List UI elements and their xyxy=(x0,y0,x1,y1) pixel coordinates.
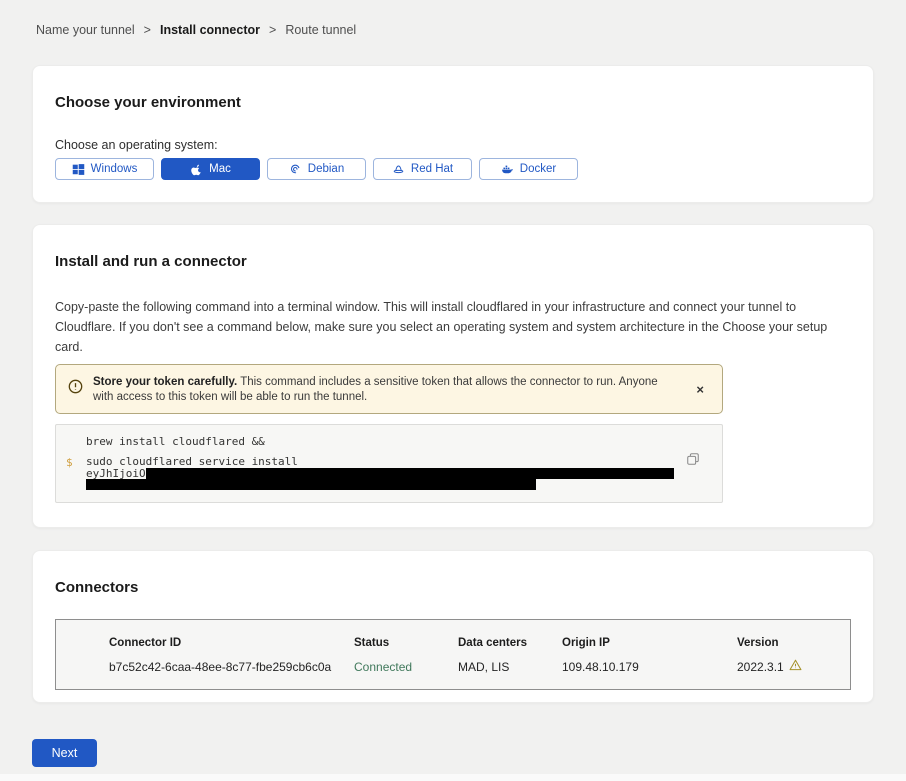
docker-icon xyxy=(501,163,514,176)
main-content: Choose your environment Choose an operat… xyxy=(32,65,874,703)
windows-icon xyxy=(72,163,85,176)
breadcrumb-separator: > xyxy=(144,23,151,37)
data-centers-value: MAD, LIS xyxy=(458,660,562,675)
debian-icon xyxy=(289,163,302,176)
warning-triangle-icon xyxy=(789,659,802,675)
origin-ip-value: 109.48.10.179 xyxy=(562,660,737,675)
install-description: Copy-paste the following command into a … xyxy=(55,297,851,357)
version-cell: 2022.3.1 xyxy=(737,659,850,675)
token-redaction-bar xyxy=(86,479,536,490)
os-button-windows[interactable]: Windows xyxy=(55,158,154,180)
connectors-card: Connectors Connector ID Status Data cent… xyxy=(32,550,874,703)
os-button-label: Debian xyxy=(308,163,344,175)
install-card-title: Install and run a connector xyxy=(55,253,851,271)
connectors-card-title: Connectors xyxy=(55,579,851,597)
column-header-connector-id: Connector ID xyxy=(109,636,354,650)
code-line-brew: brew install cloudflared && xyxy=(64,435,708,449)
os-button-label: Windows xyxy=(91,163,138,175)
connectors-table-header: Connector ID Status Data centers Origin … xyxy=(56,636,850,650)
breadcrumb-separator: > xyxy=(269,23,276,37)
column-header-origin-ip: Origin IP xyxy=(562,636,737,650)
token-warning-text: Store your token carefully. This command… xyxy=(93,373,680,405)
breadcrumb: Name your tunnel > Install connector > R… xyxy=(0,0,906,37)
connector-id-value: b7c52c42-6caa-48ee-8c77-fbe259cb6c0a xyxy=(109,660,354,675)
apple-icon xyxy=(190,163,203,176)
code-line-token-2 xyxy=(86,479,708,490)
copy-icon[interactable] xyxy=(686,452,700,466)
os-select-label: Choose an operating system: xyxy=(55,138,851,153)
shell-prompt: $ xyxy=(66,456,73,469)
code-line-token: eyJhIjoiO xyxy=(86,468,708,479)
os-button-mac[interactable]: Mac xyxy=(161,158,260,180)
breadcrumb-name-your-tunnel[interactable]: Name your tunnel xyxy=(36,23,135,37)
os-button-redhat[interactable]: Red Hat xyxy=(373,158,472,180)
environment-card-title: Choose your environment xyxy=(55,94,851,112)
install-command-code-block: brew install cloudflared && $ sudo cloud… xyxy=(55,424,723,503)
token-warning-banner: Store your token carefully. This command… xyxy=(55,364,723,414)
next-button[interactable]: Next xyxy=(32,739,97,767)
token-redaction-bar xyxy=(146,468,674,479)
close-icon[interactable]: × xyxy=(690,380,710,399)
redhat-icon xyxy=(392,163,405,176)
install-connector-card: Install and run a connector Copy-paste t… xyxy=(32,224,874,528)
column-header-version: Version xyxy=(737,636,850,650)
table-row: b7c52c42-6caa-48ee-8c77-fbe259cb6c0a Con… xyxy=(56,659,850,675)
token-warning-bold: Store your token carefully. xyxy=(93,376,237,388)
os-button-docker[interactable]: Docker xyxy=(479,158,578,180)
status-badge: Connected xyxy=(354,660,458,675)
os-button-label: Docker xyxy=(520,163,556,175)
os-button-label: Red Hat xyxy=(411,163,453,175)
column-header-status: Status xyxy=(354,636,458,650)
code-line-sudo: sudo cloudflared service install xyxy=(86,456,708,468)
environment-card: Choose your environment Choose an operat… xyxy=(32,65,874,203)
code-command-group: $ sudo cloudflared service install eyJhI… xyxy=(64,456,708,490)
bottom-strip xyxy=(0,774,906,781)
alert-circle-icon xyxy=(68,379,83,399)
breadcrumb-route-tunnel[interactable]: Route tunnel xyxy=(285,23,356,37)
column-header-data-centers: Data centers xyxy=(458,636,562,650)
os-button-group: Windows Mac Debian xyxy=(55,158,851,180)
os-button-label: Mac xyxy=(209,163,231,175)
connectors-table: Connector ID Status Data centers Origin … xyxy=(55,619,851,690)
os-button-debian[interactable]: Debian xyxy=(267,158,366,180)
version-value: 2022.3.1 xyxy=(737,660,784,675)
breadcrumb-install-connector[interactable]: Install connector xyxy=(160,23,260,37)
token-prefix: eyJhIjoiO xyxy=(86,468,146,479)
